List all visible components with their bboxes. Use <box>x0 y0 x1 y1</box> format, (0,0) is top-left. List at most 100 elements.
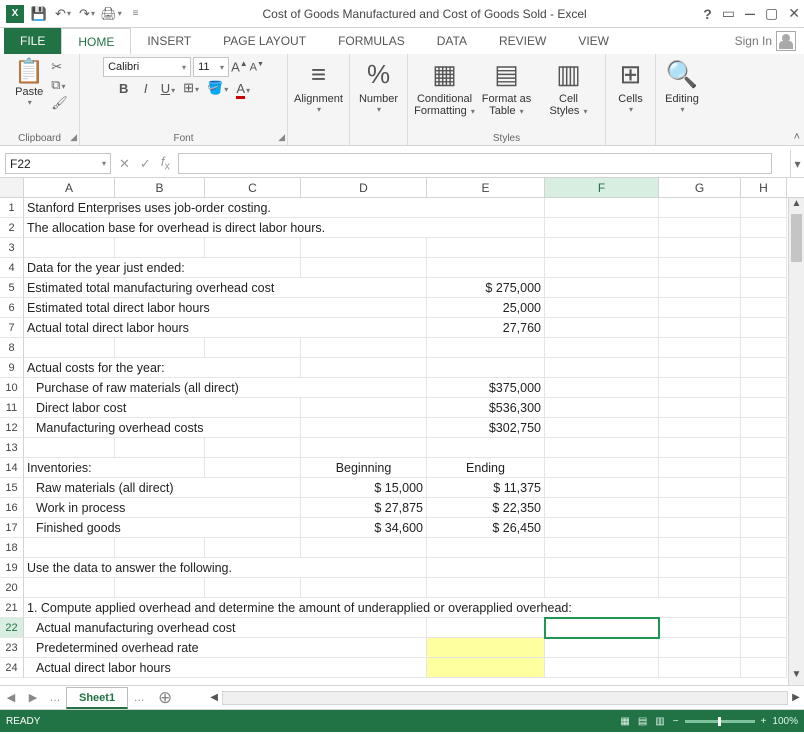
cell-A23[interactable]: Predetermined overhead rate <box>24 638 427 658</box>
cell-A17[interactable]: Finished goods <box>24 518 301 538</box>
copy-icon[interactable]: ⧉▾ <box>51 77 68 93</box>
row-5[interactable]: 5 <box>0 278 24 298</box>
scroll-down-icon[interactable]: ▼ <box>789 669 804 685</box>
col-f[interactable]: F <box>545 178 659 197</box>
cell-D12[interactable] <box>301 418 427 438</box>
cell-G9[interactable] <box>659 358 741 378</box>
cell-A6[interactable]: Estimated total direct labor hours <box>24 298 427 318</box>
col-e[interactable]: E <box>427 178 545 197</box>
row-12[interactable]: 12 <box>0 418 24 438</box>
cell-H1[interactable] <box>741 198 787 218</box>
cell-A14[interactable]: Inventories: <box>24 458 205 478</box>
cell-H4[interactable] <box>741 258 787 278</box>
qat-customize-icon[interactable]: 🖨▾ <box>100 3 122 25</box>
cell-E19[interactable] <box>427 558 545 578</box>
row-15[interactable]: 15 <box>0 478 24 498</box>
cell-F24[interactable] <box>545 658 659 678</box>
cell-H23[interactable] <box>741 638 787 658</box>
cell-H22[interactable] <box>741 618 787 638</box>
cell-F23[interactable] <box>545 638 659 658</box>
cell-G19[interactable] <box>659 558 741 578</box>
cell-G24[interactable] <box>659 658 741 678</box>
sign-in-link[interactable]: Sign In <box>735 34 772 48</box>
row-22[interactable]: 22 <box>0 618 24 638</box>
italic-button[interactable]: I <box>139 81 153 96</box>
cell-H2[interactable] <box>741 218 787 238</box>
cell-A15[interactable]: Raw materials (all direct) <box>24 478 301 498</box>
tab-more2-icon[interactable]: … <box>128 692 150 704</box>
cell-B18[interactable] <box>115 538 205 558</box>
cell-G22[interactable] <box>659 618 741 638</box>
cell-F3[interactable] <box>545 238 659 258</box>
cell-E11[interactable]: $536,300 <box>427 398 545 418</box>
cell-F16[interactable] <box>545 498 659 518</box>
ribbon-display-icon[interactable]: ▭ <box>722 5 735 22</box>
cell-E15[interactable]: $ 11,375 <box>427 478 545 498</box>
row-23[interactable]: 23 <box>0 638 24 658</box>
cell-G1[interactable] <box>659 198 741 218</box>
row-3[interactable]: 3 <box>0 238 24 258</box>
new-sheet-icon[interactable]: ⊕ <box>154 688 176 708</box>
cell-H15[interactable] <box>741 478 787 498</box>
row-10[interactable]: 10 <box>0 378 24 398</box>
cell-A4[interactable]: Data for the year just ended: <box>24 258 301 278</box>
zoom-slider[interactable] <box>685 720 755 723</box>
cell-F2[interactable] <box>545 218 659 238</box>
cell-C3[interactable] <box>205 238 301 258</box>
cell-E5[interactable]: $ 275,000 <box>427 278 545 298</box>
cell-F9[interactable] <box>545 358 659 378</box>
cell-E23[interactable] <box>427 638 545 658</box>
row-18[interactable]: 18 <box>0 538 24 558</box>
cell-D4[interactable] <box>301 258 427 278</box>
cell-G3[interactable] <box>659 238 741 258</box>
cell-H11[interactable] <box>741 398 787 418</box>
col-c[interactable]: C <box>205 178 301 197</box>
cell-A21[interactable]: 1. Compute applied overhead and determin… <box>24 598 741 618</box>
cell-D8[interactable] <box>301 338 427 358</box>
enter-icon[interactable]: ✓ <box>140 156 151 172</box>
tab-data[interactable]: DATA <box>421 28 483 54</box>
row-19[interactable]: 19 <box>0 558 24 578</box>
hscroll-right-icon[interactable]: ▶ <box>788 692 804 703</box>
cell-G4[interactable] <box>659 258 741 278</box>
spreadsheet-grid[interactable]: A B C D E F G H 1Stanford Enterprises us… <box>0 178 804 686</box>
cell-B8[interactable] <box>115 338 205 358</box>
cell-G12[interactable] <box>659 418 741 438</box>
tab-view[interactable]: VIEW <box>562 28 625 54</box>
cell-H10[interactable] <box>741 378 787 398</box>
zoom-out-icon[interactable]: − <box>673 716 679 727</box>
cell-A18[interactable] <box>24 538 115 558</box>
zoom-level[interactable]: 100% <box>772 716 798 727</box>
row-6[interactable]: 6 <box>0 298 24 318</box>
cell-E16[interactable]: $ 22,350 <box>427 498 545 518</box>
cell-F18[interactable] <box>545 538 659 558</box>
cell-A12[interactable]: Manufacturing overhead costs <box>24 418 301 438</box>
maximize-icon[interactable]: ▢ <box>765 5 778 22</box>
cell-E7[interactable]: 27,760 <box>427 318 545 338</box>
zoom-in-icon[interactable]: + <box>761 716 767 727</box>
cell-E24[interactable] <box>427 658 545 678</box>
user-icon[interactable] <box>776 31 796 51</box>
format-as-table-button[interactable]: ▤Format asTable ▾ <box>476 57 538 123</box>
cell-E10[interactable]: $375,000 <box>427 378 545 398</box>
cell-H19[interactable] <box>741 558 787 578</box>
tab-scroll-left-icon[interactable]: ◀ <box>0 691 22 704</box>
cell-H7[interactable] <box>741 318 787 338</box>
cell-C18[interactable] <box>205 538 301 558</box>
cell-E18[interactable] <box>427 538 545 558</box>
row-4[interactable]: 4 <box>0 258 24 278</box>
tab-page-layout[interactable]: PAGE LAYOUT <box>207 28 322 54</box>
cell-F15[interactable] <box>545 478 659 498</box>
cell-F7[interactable] <box>545 318 659 338</box>
fill-color-button[interactable]: 🪣▾ <box>207 80 228 96</box>
cell-G2[interactable] <box>659 218 741 238</box>
cell-G23[interactable] <box>659 638 741 658</box>
cell-E13[interactable] <box>427 438 545 458</box>
page-break-view-icon[interactable]: ▥ <box>655 716 664 727</box>
cell-G10[interactable] <box>659 378 741 398</box>
cell-H17[interactable] <box>741 518 787 538</box>
cell-H3[interactable] <box>741 238 787 258</box>
border-button[interactable]: ⊞▾ <box>183 80 199 96</box>
row-7[interactable]: 7 <box>0 318 24 338</box>
cell-D9[interactable] <box>301 358 427 378</box>
